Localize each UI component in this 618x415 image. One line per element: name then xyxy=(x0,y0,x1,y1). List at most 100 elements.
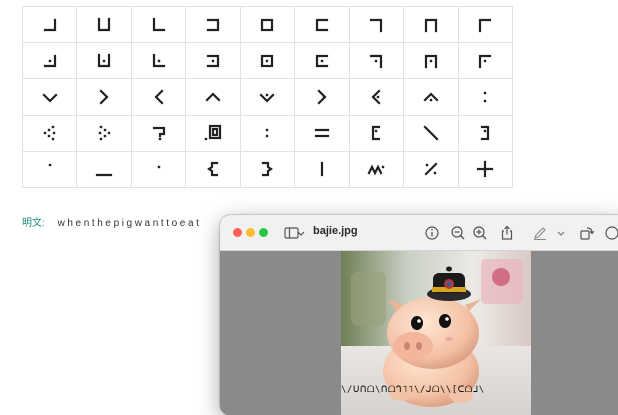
search-icon[interactable] xyxy=(603,224,618,242)
glyph-percent-slash-icon xyxy=(424,162,438,176)
glyph-cell xyxy=(77,7,132,44)
glyph-chevron-down-dot-icon xyxy=(259,93,276,103)
info-icon[interactable] xyxy=(423,224,441,242)
glyph-dots-left-icon xyxy=(43,125,55,141)
glyph-bracket-left-dot-icon xyxy=(315,54,329,67)
glyph-cell xyxy=(295,7,350,44)
glyph-cell xyxy=(295,151,350,188)
glyph-chevron-left-dot-icon xyxy=(371,89,381,105)
glyph-cup-dot-icon xyxy=(98,53,111,67)
glyph-equals-icon xyxy=(314,129,330,138)
glyph-colon-icon xyxy=(484,91,487,103)
glyph-square-box-dot-icon xyxy=(204,125,222,141)
glyph-chevron-right-icon xyxy=(99,89,109,105)
chevron-down-icon[interactable] xyxy=(297,224,305,242)
glyph-cell xyxy=(23,43,78,80)
window-title: bajie.jpg xyxy=(313,225,358,237)
glyph-cell xyxy=(349,43,405,80)
glyph-cell xyxy=(240,79,296,116)
minimize-window-button[interactable] xyxy=(246,228,255,237)
glyph-tilde-wave-icon xyxy=(367,164,385,176)
glyph-cell xyxy=(77,43,132,80)
glyph-cell xyxy=(186,79,241,116)
glyph-underscore-icon xyxy=(96,174,113,177)
rotate-icon[interactable] xyxy=(578,224,596,242)
glyph-cell xyxy=(23,79,78,116)
glyph-cell xyxy=(186,115,241,152)
glyph-corner-br-icon xyxy=(43,18,56,31)
glyph-cell xyxy=(23,115,78,152)
glyph-cell xyxy=(186,7,241,44)
glyph-corner-tl-dot-icon xyxy=(479,54,492,68)
glyph-cell xyxy=(404,79,459,116)
glyph-dot-top-icon xyxy=(48,164,51,167)
glyph-brace-close-icon xyxy=(262,162,274,177)
glyph-square-dot-icon xyxy=(261,54,274,67)
glyph-cell xyxy=(131,151,187,188)
glyph-brace-open-icon xyxy=(207,162,219,177)
cipher-glyph-grid xyxy=(22,6,513,188)
glyph-arch-dot-icon xyxy=(424,54,437,68)
glyph-chevron-up-icon xyxy=(205,92,221,102)
zoom-in-icon[interactable] xyxy=(471,224,489,242)
glyph-dot-mid-icon xyxy=(157,166,160,169)
glyph-cell xyxy=(295,43,350,80)
glyph-cell xyxy=(458,79,513,116)
window-titlebar[interactable]: bajie.jpg xyxy=(220,215,618,251)
glyph-corner-tl-icon xyxy=(479,18,492,32)
glyph-corner-bl-icon xyxy=(152,17,165,31)
markup-pen-icon[interactable] xyxy=(531,224,549,242)
glyph-cup-icon xyxy=(98,17,111,31)
zoom-window-button[interactable] xyxy=(259,228,268,237)
glyph-arch-icon xyxy=(424,18,437,32)
glyph-cell xyxy=(295,79,350,116)
glyph-cell xyxy=(240,43,296,80)
glyph-corner-tr-dot-icon xyxy=(370,54,383,68)
glyph-cell xyxy=(458,151,513,188)
glyph-cell xyxy=(131,79,187,116)
glyph-cell xyxy=(240,115,296,152)
glyph-cell xyxy=(131,115,187,152)
glyph-corner-tr-icon xyxy=(370,18,383,32)
glyph-corner-bl-dot-icon xyxy=(152,53,165,67)
glyph-plus-icon xyxy=(477,161,494,178)
glyph-chevron-left-icon xyxy=(154,89,164,105)
close-window-button[interactable] xyxy=(233,228,242,237)
glyph-corner-br-dot-icon xyxy=(43,54,56,67)
glyph-dots-right-icon xyxy=(98,125,111,141)
cipher-caption: \/ᑌᑎᗝ\ᑎᗝᒉ˥˥\/ᒍᗝ\\[ᑕᗝᒧ\ xyxy=(341,385,485,395)
glyph-backslash-icon xyxy=(423,125,439,141)
glyph-square-icon xyxy=(261,18,274,31)
glyph-cell xyxy=(23,7,78,44)
glyph-cell xyxy=(77,115,132,152)
plaintext-label: 明文: xyxy=(22,218,45,229)
glyph-bracket-right-icon xyxy=(206,18,220,31)
glyph-cell xyxy=(77,151,132,188)
glyph-bar-icon xyxy=(320,162,324,177)
glyph-question-box-icon xyxy=(152,127,165,141)
glyph-cell xyxy=(458,115,513,152)
glyph-cell xyxy=(404,115,459,152)
glyph-cell xyxy=(458,43,513,80)
glyph-bracket-right-dot-icon xyxy=(206,54,220,67)
glyph-cell xyxy=(77,79,132,116)
glyph-cell xyxy=(131,7,187,44)
glyph-cell xyxy=(404,7,459,44)
glyph-cell xyxy=(186,43,241,80)
plaintext-line: 明文: whenthepigwanttoeat xyxy=(22,214,201,229)
glyph-bracket-left-icon xyxy=(315,18,329,31)
glyph-bracket-close-icon xyxy=(481,126,490,141)
glyph-cell xyxy=(23,151,78,188)
glyph-cell xyxy=(349,79,405,116)
chevron-down-icon[interactable] xyxy=(557,224,565,242)
zoom-out-icon[interactable] xyxy=(449,224,467,242)
glyph-cell xyxy=(295,115,350,152)
glyph-cell xyxy=(458,7,513,44)
glyph-cell xyxy=(404,43,459,80)
glyph-cell xyxy=(240,151,296,188)
glyph-cell xyxy=(349,151,405,188)
glyph-colon-small-icon xyxy=(266,128,269,138)
share-icon[interactable] xyxy=(498,224,516,242)
plaintext-value: whenthepigwanttoeat xyxy=(57,218,202,229)
glyph-cell xyxy=(240,7,296,44)
